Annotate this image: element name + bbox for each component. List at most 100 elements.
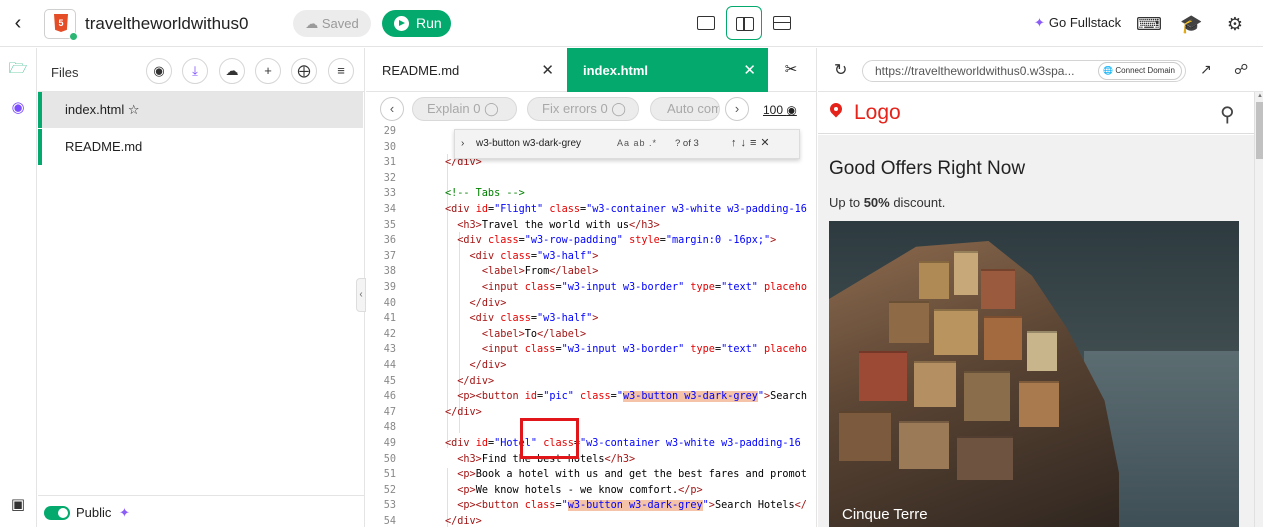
line-content: <label>To</label> <box>481 328 587 340</box>
code-line[interactable]: 32 <box>366 171 816 187</box>
code-line[interactable]: 35 <h3>Travel the world with us</h3> <box>366 218 816 234</box>
close-icon[interactable]: ✕ <box>541 48 554 94</box>
subtitle-suffix: discount. <box>889 195 946 210</box>
new-file-icon[interactable]: + <box>255 58 281 84</box>
line-number: 49 <box>383 438 396 449</box>
preview-scrollbar[interactable]: ▲ <box>1254 92 1263 527</box>
keyboard-icon[interactable]: ⌨ <box>1136 13 1162 35</box>
folder-icon[interactable]: 🗁 <box>8 59 28 79</box>
code-line[interactable]: 49 <div id="Hotel" class="w3-container w3… <box>366 436 816 452</box>
tab-label: README.md <box>382 63 460 78</box>
line-content: <h3>Travel the world with us</h3> <box>457 219 660 231</box>
ai-download-icon[interactable]: ⤓ <box>182 58 208 84</box>
site-navbar: Logo ⚲ <box>818 92 1254 134</box>
line-content: <div class="w3-half"> <box>469 250 599 262</box>
scrollbar-thumb[interactable] <box>1256 102 1263 159</box>
code-line[interactable]: 42 <label>To</label> <box>366 327 816 343</box>
code-line[interactable]: 36 <div class="w3-row-padding" style="ma… <box>366 233 816 249</box>
code-line[interactable]: 38 <label>From</label> <box>366 264 816 280</box>
tab-readme-md[interactable]: README.md ✕ <box>366 48 566 92</box>
code-line[interactable]: 54 </div> <box>366 514 816 527</box>
code-line[interactable]: 46 <p><button id="pic" class="w3-button … <box>366 389 816 405</box>
code-line[interactable]: 43 <input class="w3-input w3-border" typ… <box>366 342 816 358</box>
run-button[interactable]: Run <box>382 10 451 37</box>
public-label: Public <box>76 505 112 520</box>
auto-complete-label: Auto com <box>667 101 720 116</box>
html5-shield-icon: 5 <box>54 14 68 32</box>
code-line[interactable]: 39 <input class="w3-input w3-border" typ… <box>366 280 816 296</box>
refresh-icon[interactable]: ↻ <box>834 60 847 80</box>
subtitle-prefix: Up to <box>829 195 864 210</box>
code-line[interactable]: 44 </div> <box>366 358 816 374</box>
ai-credits-value: 100 <box>763 103 784 117</box>
online-status-dot <box>69 32 78 41</box>
code-line[interactable]: 50 <h3>Find the best hotels</h3> <box>366 452 816 468</box>
code-line[interactable]: 48 <box>366 420 816 436</box>
scroll-right-icon[interactable]: › <box>725 97 749 121</box>
code-line[interactable]: 33 <!-- Tabs --> <box>366 186 816 202</box>
line-number: 36 <box>383 235 396 247</box>
code-line[interactable]: 47 </div> <box>366 405 816 421</box>
code-line[interactable]: 53 <p><button class="w3-button w3-dark-g… <box>366 498 816 514</box>
explain-button[interactable]: Explain 0 ◯ <box>412 97 517 121</box>
fix-errors-button[interactable]: Fix errors 0 ◯ <box>527 97 639 121</box>
code-line[interactable]: 37 <div class="w3-half"> <box>366 249 816 265</box>
layout-split-vertical-button[interactable] <box>726 6 762 40</box>
graduation-cap-icon[interactable]: 🎓 <box>1180 13 1202 35</box>
chip-icon[interactable]: ▣ <box>8 495 28 515</box>
connect-domain-button[interactable]: 🌐 Connect Domain <box>1098 62 1182 80</box>
find-nav-controls[interactable]: ↑↓≡✕ <box>731 136 774 149</box>
public-toggle[interactable] <box>44 506 70 520</box>
map-pin-icon <box>830 103 842 120</box>
saved-button[interactable]: ☁ Saved <box>293 10 371 37</box>
scroll-left-icon[interactable]: ‹ <box>380 97 404 121</box>
star-icon[interactable]: ☆ <box>128 102 140 117</box>
scroll-up-icon[interactable]: ▲ <box>1257 93 1263 99</box>
code-line[interactable]: 41 <div class="w3-half"> <box>366 311 816 327</box>
go-fullstack-button[interactable]: ✦ Go Fullstack <box>1034 15 1121 31</box>
code-line[interactable]: 34 <div id="Flight" class="w3-container w… <box>366 202 816 218</box>
file-name: README.md <box>65 139 143 154</box>
toggle-replace-icon[interactable]: › <box>461 138 464 149</box>
site-logo[interactable]: Logo <box>854 101 901 125</box>
github-icon[interactable]: ◉ <box>146 58 172 84</box>
share-icon[interactable]: ☍ <box>1234 61 1248 78</box>
back-arrow-icon[interactable]: ‹ <box>8 12 28 34</box>
auto-complete-button[interactable]: Auto com <box>650 97 720 121</box>
code-line[interactable]: 51 <p>Book a hotel with us and get the b… <box>366 467 816 483</box>
file-item-index-html[interactable]: index.html ☆ <box>38 92 363 128</box>
ai-robot-icon[interactable]: ◉ <box>8 98 28 118</box>
new-folder-icon[interactable]: ⨁ <box>291 58 317 84</box>
cloud-upload-icon[interactable]: ☁ <box>219 58 245 84</box>
preview-url-bar[interactable]: https://traveltheworldwithus0.w3spa... 🌐… <box>862 60 1186 82</box>
gear-icon[interactable]: ⚙ <box>1224 13 1246 35</box>
photo-building <box>984 316 1022 360</box>
code-line[interactable]: 45 </div> <box>366 374 816 390</box>
find-input[interactable]: w3-button w3-dark-grey <box>472 134 612 154</box>
collapse-panel-icon[interactable]: ‹ <box>356 278 366 312</box>
find-result-count: ? of 3 <box>675 138 699 149</box>
filter-icon[interactable]: ≡ <box>328 58 354 84</box>
project-name[interactable]: traveltheworldwithus0 <box>85 14 248 34</box>
line-content: </div> <box>469 360 507 371</box>
close-icon[interactable]: ✕ <box>743 48 756 94</box>
code-area[interactable]: 29 30 31 </div> 32 33 <!-- Tabs --> 34 <div id="… <box>366 126 816 527</box>
code-line[interactable]: 40 </div> <box>366 296 816 312</box>
line-content: </div> <box>445 516 482 527</box>
layout-split-horizontal-button[interactable] <box>764 6 800 40</box>
preview-url: https://traveltheworldwithus0.w3spa... <box>875 64 1075 78</box>
scissors-icon[interactable]: ✂ <box>774 56 808 84</box>
search-icon[interactable]: ⚲ <box>1220 102 1235 127</box>
file-item-readme-md[interactable]: README.md <box>38 129 363 165</box>
line-number: 33 <box>383 188 396 200</box>
ai-credits[interactable]: 100 ◉ <box>763 103 797 117</box>
layout-single-button[interactable] <box>688 6 724 40</box>
line-content: <!-- Tabs --> <box>445 188 525 200</box>
find-options[interactable]: Aa ab .* <box>617 138 657 148</box>
open-external-icon[interactable]: ↗ <box>1200 61 1212 78</box>
code-line[interactable]: 52 <p>We know hotels - we know comfort.<… <box>366 483 816 499</box>
line-content: <p>Book a hotel with us and get the best… <box>457 469 807 481</box>
line-number: 31 <box>383 157 396 169</box>
line-number: 29 <box>383 126 396 137</box>
tab-index-html[interactable]: index.html ✕ <box>567 48 768 92</box>
